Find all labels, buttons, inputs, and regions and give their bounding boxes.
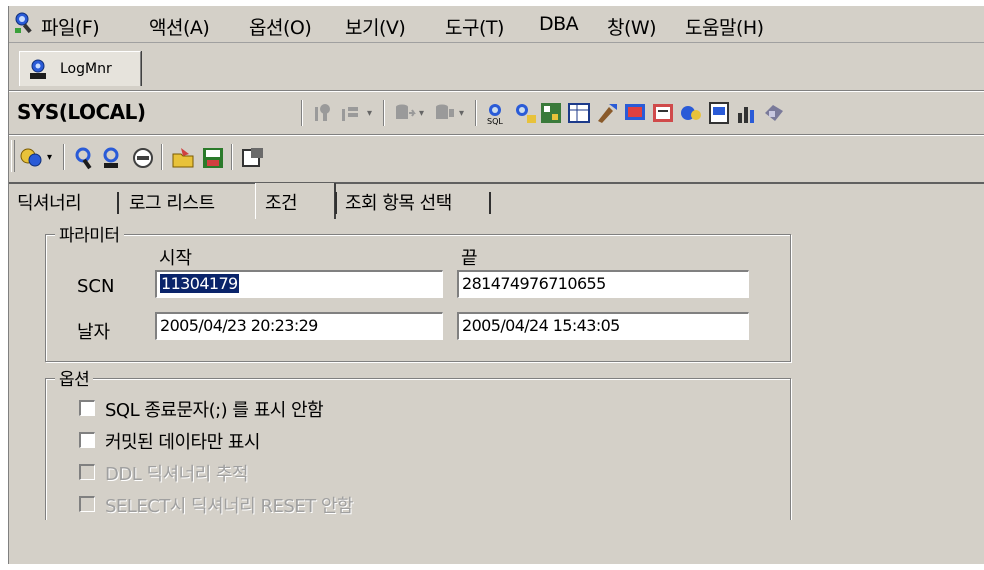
schema-icon[interactable] (539, 101, 563, 125)
scn-start-input[interactable]: 11304179 (155, 270, 443, 298)
menu-window[interactable]: 창(W) (607, 13, 657, 40)
toolbar-separator (383, 100, 385, 126)
toolbar-separator (231, 144, 233, 170)
menu-help[interactable]: 도움말(H) (685, 13, 764, 40)
committed-only-checkbox[interactable] (79, 432, 95, 448)
properties-icon[interactable] (241, 146, 265, 170)
tab-divider (335, 192, 337, 214)
db-out-icon[interactable] (433, 101, 457, 125)
scn-end-input[interactable]: 281474976710655 (457, 270, 749, 298)
settings-icon[interactable] (761, 101, 785, 125)
stats-icon[interactable] (735, 101, 759, 125)
date-start-input[interactable]: 2005/04/23 20:23:29 (155, 312, 443, 340)
refresh-icon[interactable] (339, 101, 363, 125)
parameter-group-title: 파라미터 (55, 221, 124, 246)
menu-bar: 파일(F) 액션(A) 옵션(O) 보기(V) 도구(T) DBA 창(W) 도… (9, 6, 984, 40)
refresh-dropdown-icon[interactable]: ▾ (367, 108, 372, 119)
connect-icon[interactable] (19, 146, 43, 170)
db-in-dropdown-icon[interactable]: ▾ (419, 108, 424, 119)
toolbar-separator (301, 100, 303, 126)
open-folder-icon[interactable] (171, 146, 195, 170)
tools-toolbar: ▾ (9, 136, 984, 180)
report-icon[interactable] (651, 101, 675, 125)
scn-start-value: 11304179 (160, 274, 239, 293)
scn-label: SCN (77, 276, 115, 297)
logmnr-icon (30, 59, 46, 79)
search-user-icon[interactable] (101, 146, 125, 170)
panel-bottom (9, 520, 984, 564)
tab-divider (489, 192, 491, 214)
tab-divider (117, 192, 119, 214)
menu-dba[interactable]: DBA (539, 13, 579, 35)
connection-toolbar: SYS(LOCAL) ▾ ▾ ▾ SQL (9, 92, 984, 134)
svg-text:SQL: SQL (487, 117, 503, 125)
tab-dictionary[interactable]: 딕셔너리 (17, 189, 82, 215)
tab-condition[interactable]: 조건 (265, 189, 298, 215)
db-in-icon[interactable] (393, 101, 417, 125)
toolbar-grip[interactable] (11, 140, 15, 172)
menu-options[interactable]: 옵션(O) (249, 13, 312, 40)
stop-icon[interactable] (131, 146, 155, 170)
tab-select-columns[interactable]: 조회 항목 선택 (345, 189, 452, 215)
end-header: 끝 (461, 248, 478, 269)
hide-sql-terminator-label: SQL 종료문자(;) 를 표시 안함 (105, 400, 324, 421)
committed-only-label: 커밋된 데이타만 표시 (105, 432, 260, 453)
toolbar-separator (475, 100, 477, 126)
connection-label: SYS(LOCAL) (17, 100, 146, 124)
options-group-title: 옵션 (55, 365, 94, 390)
menu-action[interactable]: 액션(A) (149, 13, 210, 40)
sql-icon[interactable]: SQL (485, 101, 509, 125)
menu-tools[interactable]: 도구(T) (445, 13, 504, 40)
session-icon[interactable] (679, 101, 703, 125)
app-window: 파일(F) 액션(A) 옵션(O) 보기(V) 도구(T) DBA 창(W) 도… (8, 6, 984, 564)
search-icon[interactable] (73, 146, 97, 170)
logmnr-document-tab[interactable]: LogMnr (19, 51, 141, 86)
toolbar-separator (161, 144, 163, 170)
run-icon[interactable] (311, 101, 335, 125)
date-end-input[interactable]: 2005/04/24 15:43:05 (457, 312, 749, 340)
no-dictionary-reset-label: SELECT시 딕셔너리 RESET 안함 (105, 496, 354, 517)
monitor-icon[interactable] (623, 101, 647, 125)
no-dictionary-reset-checkbox[interactable] (79, 496, 95, 512)
connect-dropdown-icon[interactable]: ▾ (47, 152, 52, 163)
logmnr-app-icon[interactable] (13, 12, 37, 34)
export-icon[interactable] (707, 101, 731, 125)
menu-view[interactable]: 보기(V) (345, 13, 406, 40)
document-tab-bar: LogMnr (9, 42, 984, 93)
tab-log-list[interactable]: 로그 리스트 (129, 189, 215, 215)
hide-sql-terminator-checkbox[interactable] (79, 400, 95, 416)
tools-icon[interactable] (595, 101, 619, 125)
table-icon[interactable] (567, 101, 591, 125)
start-header: 시작 (159, 248, 193, 269)
ddl-dictionary-tracking-label: DDL 딕셔너리 추적 (105, 464, 249, 485)
parameter-group (45, 234, 791, 362)
save-icon[interactable] (201, 146, 225, 170)
logmnr-tab-label: LogMnr (60, 61, 112, 77)
toolbar-separator (63, 144, 65, 170)
condition-tabs: 딕셔너리 로그 리스트 조건 조회 항목 선택 (9, 182, 984, 220)
db-out-dropdown-icon[interactable]: ▾ (459, 108, 464, 119)
ddl-dictionary-tracking-checkbox[interactable] (79, 464, 95, 480)
explain-icon[interactable] (513, 101, 537, 125)
date-label: 날자 (77, 322, 111, 343)
menu-file[interactable]: 파일(F) (41, 13, 100, 40)
